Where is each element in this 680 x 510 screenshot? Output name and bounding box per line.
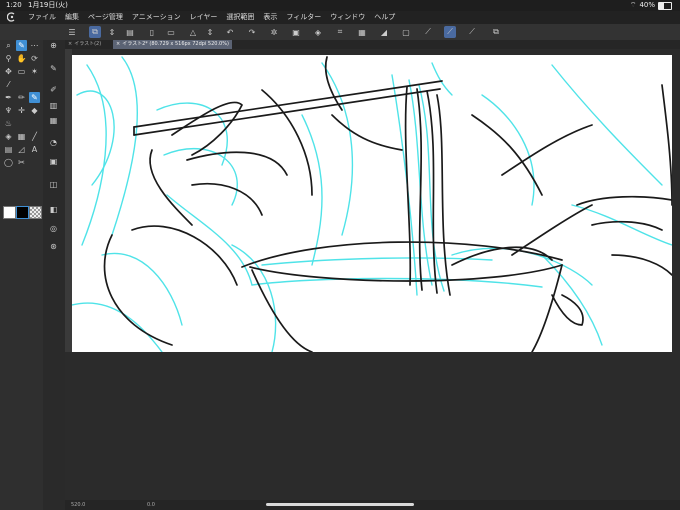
status-time: 1:20 [6,1,22,9]
search-icon[interactable]: ⊛ [48,241,59,252]
clip-studio-logo-icon[interactable] [7,12,17,22]
airbrush-icon[interactable]: ♆ [3,105,14,116]
blend-icon[interactable]: ♨ [3,118,14,129]
balloon-icon[interactable]: ◯ [3,157,14,168]
canvas-mode-icon[interactable]: ⧉ [89,26,101,38]
text-tool-icon[interactable]: A [29,144,40,155]
menu-animation[interactable]: アニメーション [132,11,181,24]
copy-icon[interactable]: ⧉ [490,26,502,38]
tab-illustration-1[interactable]: × イラスト(2) [65,40,104,49]
fill-bucket-icon[interactable]: ◈ [3,131,14,142]
battery-text: 40% [639,1,655,9]
snap-icon[interactable]: ⟋ [444,26,456,38]
zoom-level[interactable]: 520.0 [71,500,85,510]
sketch-artwork [72,56,672,352]
frame-icon[interactable]: ▤ [3,144,14,155]
status-right: ⌔ 40% [630,0,672,11]
menu-edit[interactable]: 編集 [65,11,79,24]
menu-view[interactable]: 表示 [263,11,277,24]
ruler-tool-icon[interactable]: ◿ [16,144,27,155]
transform-icon[interactable]: ▣ [290,26,302,38]
material-icon[interactable]: ◧ [48,204,59,215]
layers-icon[interactable]: ◎ [48,223,59,234]
crop-icon[interactable]: ⌗ [334,26,346,38]
transparent-color-swatch[interactable] [29,206,42,219]
panel-toggle-icon[interactable]: ⊕ [48,40,59,51]
menu-file[interactable]: ファイル [28,11,56,24]
gear-icon[interactable]: ✲ [268,26,280,38]
sub-tool-icon[interactable]: ✐ [48,84,59,95]
film-icon[interactable]: ▤ [121,26,139,38]
stepper-icon[interactable]: ⇕ [106,26,118,38]
menu-selection[interactable]: 選択範囲 [226,11,254,24]
close-icon[interactable]: × [116,41,120,47]
tab-illustration-2[interactable]: × イラスト2* (80.729 x 516px 72dpi 520.0%) [113,40,232,49]
fill-icon[interactable]: ◈ [312,26,324,38]
vertical-ruler [65,49,72,352]
menu-bar: ファイル 編集 ページ管理 アニメーション レイヤー 選択範囲 表示 フィルター… [0,11,680,24]
menu-layer[interactable]: レイヤー [190,11,218,24]
correct-line-icon[interactable]: ✂ [16,157,27,168]
move-icon[interactable]: ✥ [3,66,14,77]
select-rect-icon[interactable]: ▭ [16,66,27,77]
new-page-icon[interactable]: ▯ [146,26,158,38]
stepper-2-icon[interactable]: ⇕ [204,26,216,38]
layer-icon[interactable]: ▢ [400,26,412,38]
pencil-icon[interactable]: ✏ [16,92,27,103]
gradient-icon[interactable]: ◢ [378,26,390,38]
decoration-icon[interactable]: ✛ [16,105,27,116]
main-color-swatch[interactable] [3,206,16,219]
rotation-angle[interactable]: 0.0 [147,500,155,510]
ios-status-bar: 1:20 1月19日(火) ⌔ 40% [0,0,680,11]
rotate-icon[interactable]: ⟳ [29,53,40,64]
menu-filter[interactable]: フィルター [286,11,321,24]
sub-color-swatch[interactable] [16,206,29,219]
brush-icon[interactable]: ✎ [29,92,40,103]
menu-window[interactable]: ウィンドウ [330,11,365,24]
figure-icon[interactable]: ╱ [29,131,40,142]
brush-size-icon[interactable]: ✎ [48,63,59,74]
folder-icon[interactable]: ▭ [165,26,177,38]
clear-icon[interactable]: ▦ [356,26,368,38]
hamburger-icon[interactable]: ☰ [66,26,78,38]
menu-page[interactable]: ページ管理 [88,11,123,24]
color-wheel-icon[interactable]: ▦ [48,115,59,126]
menu-help[interactable]: ヘルプ [374,11,395,24]
navigator-icon[interactable]: ▣ [48,156,59,167]
document-tab-bar: × イラスト(2) × イラスト2* (80.729 x 516px 72dpi 5… [65,40,680,49]
eraser-icon[interactable]: ◆ [29,105,40,116]
close-icon[interactable]: × [68,41,72,47]
tool-tab-icon[interactable]: ⌕ [3,40,14,51]
wifi-icon: ⌔ [629,1,637,9]
zoom-icon[interactable]: ⚲ [3,53,14,64]
side-icon-panel: ⊕ ✎ ✐ ▥ ▦ ◔ ▣ ◫ ◧ ◎ ⊛ [43,40,66,510]
tool-panel: ⌕ ✎ ⋯ ⚲ ✋ ⟳ ✥ ▭ ✶ ⁄ ✒ ✏ ✎ ♆ ✛ ◆ ♨ ◈ ▦ ╱ … [0,40,44,510]
snap-2-icon[interactable]: ⟋ [466,26,478,38]
battery-icon [658,1,672,10]
color-set-icon[interactable]: ◔ [48,137,59,148]
home-indicator[interactable] [266,503,414,506]
hand-icon[interactable]: ✋ [16,53,27,64]
status-date: 1月19日(火) [28,1,68,9]
drawing-canvas[interactable] [72,55,672,352]
tab-more-icon[interactable]: ⋯ [29,40,40,51]
tab-label: イラスト2* (80.729 x 516px 72dpi 520.0%) [122,41,229,47]
save-icon[interactable]: △ [187,26,199,38]
redo-icon[interactable]: ↷ [246,26,258,38]
eyedropper-icon[interactable]: ⁄ [3,79,14,90]
property-icon[interactable]: ▥ [48,100,59,111]
pen-tab-icon[interactable]: ✎ [16,40,27,51]
layer-property-icon[interactable]: ◫ [48,179,59,190]
command-bar: ☰ ⧉ ⇕ ▤ ▯ ▭ △ ⇕ ↶ ↷ ✲ ▣ ◈ ⌗ ▦ ◢ ▢ ⟋ ⟋ ⟋ … [0,24,680,41]
ruler-icon[interactable]: ⟋ [422,26,434,38]
tab-label: イラスト(2) [74,41,102,47]
pen-icon[interactable]: ✒ [3,92,14,103]
undo-icon[interactable]: ↶ [224,26,236,38]
gradient-tool-icon[interactable]: ▦ [16,131,27,142]
magic-wand-icon[interactable]: ✶ [29,66,40,77]
